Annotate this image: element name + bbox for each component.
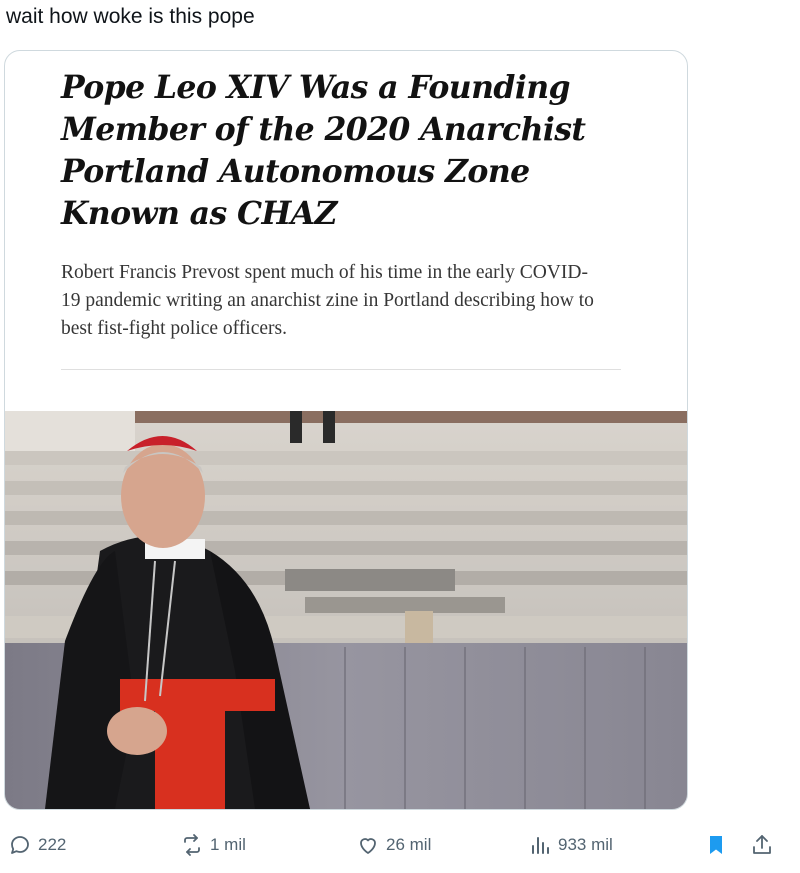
article-headline: Pope Leo XIV Was a Founding Member of th… bbox=[61, 69, 586, 232]
views-button[interactable]: 933 mil bbox=[528, 820, 613, 870]
cardinal-photo-illustration bbox=[5, 411, 687, 809]
article-summary: Robert Francis Prevost spent much of his… bbox=[61, 262, 594, 339]
article-divider bbox=[61, 369, 621, 370]
repost-button[interactable]: 1 mil bbox=[180, 820, 246, 870]
reply-button[interactable]: 222 bbox=[8, 820, 66, 870]
reply-icon bbox=[8, 833, 32, 857]
repost-count: 1 mil bbox=[210, 835, 246, 854]
heart-icon bbox=[356, 833, 380, 857]
like-count: 26 mil bbox=[386, 835, 432, 854]
bookmark-icon bbox=[704, 833, 728, 857]
views-count: 933 mil bbox=[558, 835, 613, 854]
share-button[interactable] bbox=[750, 820, 780, 870]
repost-icon bbox=[180, 833, 204, 857]
share-icon bbox=[750, 833, 774, 857]
tweet-text: wait how woke is this pope bbox=[6, 5, 255, 28]
article-card[interactable]: Pope Leo XIV Was a Founding Member of th… bbox=[4, 50, 688, 810]
tweet-action-bar: 222 1 mil 26 mil 933 mil bbox=[0, 820, 800, 870]
article-photo bbox=[5, 411, 687, 809]
bookmark-button[interactable] bbox=[704, 820, 734, 870]
views-icon bbox=[528, 833, 552, 857]
like-button[interactable]: 26 mil bbox=[356, 820, 431, 870]
reply-count: 222 bbox=[38, 835, 67, 854]
